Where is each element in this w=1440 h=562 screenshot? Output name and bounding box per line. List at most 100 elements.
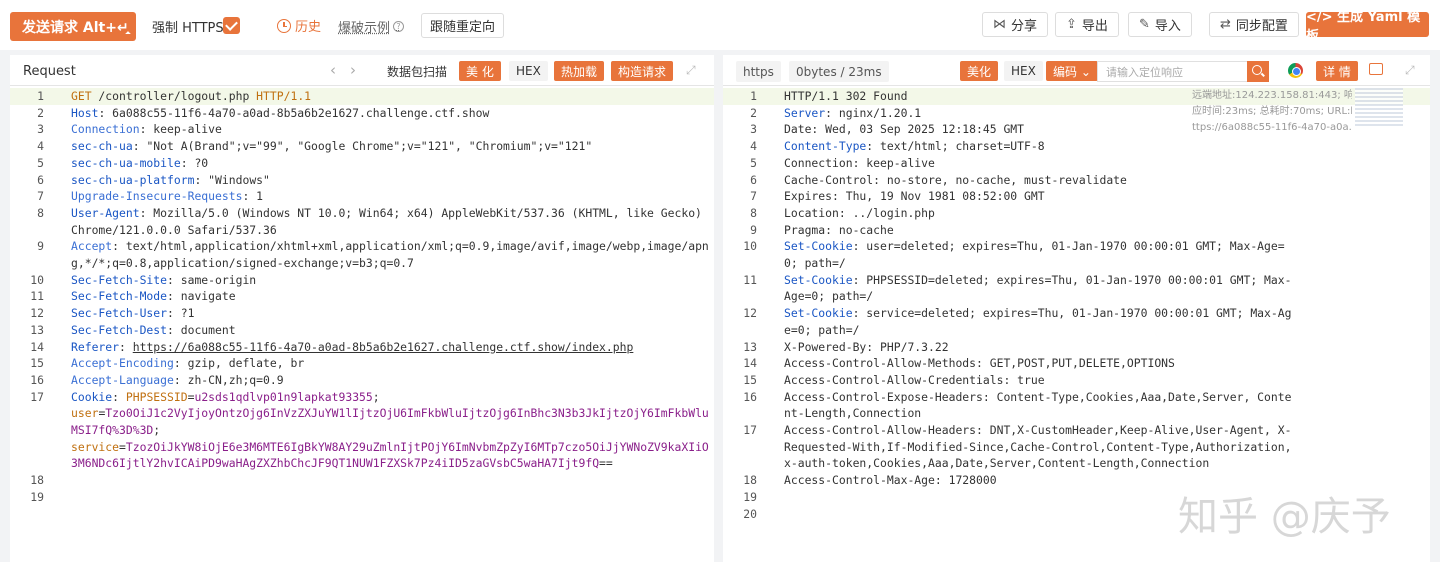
export-label: 导出: [1081, 19, 1108, 34]
line-number: 3: [37, 122, 44, 137]
line-text: Accept-Encoding: gzip, deflate, br: [71, 356, 305, 371]
hot-load-button[interactable]: 热加载: [554, 61, 605, 81]
import-icon: ✎: [1139, 17, 1150, 32]
line-text: Access-Control-Allow-Methods: GET,POST,P…: [784, 356, 1175, 371]
line-text: Expires: Thu, 19 Nov 1981 08:52:00 GMT: [784, 189, 1045, 204]
line-text: Set-Cookie: service=deleted; expires=Thu…: [784, 306, 1292, 337]
code-line: 18: [10, 472, 714, 489]
code-line: 6 Cache-Control: no-store, no-cache, must…: [723, 172, 1430, 189]
request-expand-icon[interactable]: ⤢: [686, 63, 698, 77]
line-number: 20: [743, 506, 757, 521]
response-expand-icon[interactable]: ⤢: [1405, 63, 1417, 77]
side-info-line: 远端地址:124.223.158.81:443; 响: [1192, 90, 1352, 101]
line-number: 9: [750, 222, 757, 237]
response-beautify-button[interactable]: 美化: [960, 61, 999, 81]
code-line: 4 Content-Type: text/html; charset=UTF-8: [723, 138, 1430, 155]
request-beautify-button[interactable]: 美 化: [459, 61, 501, 81]
clock-icon: [277, 18, 291, 33]
side-info-line: 应时间:23ms; 总耗时:70ms; URL:h: [1192, 106, 1352, 117]
import-label: 导入: [1154, 19, 1181, 34]
code-line: 5 sec-ch-ua-mobile: ?0: [10, 155, 714, 172]
line-number: 10: [30, 272, 44, 287]
line-text: Accept-Language: zh-CN,zh;q=0.9: [71, 372, 284, 387]
line-number: 12: [743, 306, 757, 321]
line-text: Set-Cookie: user=deleted; expires=Thu, 0…: [784, 239, 1285, 271]
code-line: 5 Connection: keep-alive: [723, 155, 1430, 172]
details-button[interactable]: 详 情: [1316, 61, 1358, 81]
follow-redirect-button[interactable]: 跟随重定向: [421, 13, 505, 38]
line-text: sec-ch-ua-mobile: ?0: [71, 155, 209, 170]
line-number: 17: [30, 389, 44, 404]
request-editor[interactable]: 1 GET /controller/logout.php HTTP/1.1 2 Hos…: [10, 88, 714, 506]
line-text: [44, 489, 714, 506]
code-line: 14 Referer: https://6a088c55-11f6-4a70-a0…: [10, 339, 714, 356]
line-number: 3: [750, 122, 757, 137]
line-number: 7: [37, 189, 44, 204]
line-text: Content-Type: text/html; charset=UTF-8: [784, 139, 1045, 154]
force-https-checkbox[interactable]: [223, 17, 240, 34]
line-number: 10: [743, 239, 757, 254]
export-button[interactable]: ⇪ 导出: [1055, 12, 1119, 37]
line-number: 12: [30, 306, 44, 321]
code-line: 15 Access-Control-Allow-Credentials: true: [723, 372, 1430, 389]
line-text: Host: 6a088c55-11f6-4a70-a0ad-8b5a6b2e16…: [71, 105, 490, 120]
line-number: 14: [743, 356, 757, 371]
import-button[interactable]: ✎ 导入: [1128, 12, 1192, 37]
line-text: Accept: text/html,application/xhtml+xml,…: [71, 239, 709, 271]
line-number: 11: [30, 289, 44, 304]
request-hex-button[interactable]: HEX: [509, 61, 548, 81]
search-icon[interactable]: [1247, 61, 1269, 82]
line-number: 19: [30, 489, 44, 504]
line-text: Connection: keep-alive: [71, 122, 222, 137]
send-request-button[interactable]: 发送请求 Alt+↵: [10, 12, 136, 41]
request-title: Request: [23, 64, 76, 79]
line-number: 14: [30, 339, 44, 354]
line-text: Cache-Control: no-store, no-cache, must-…: [784, 172, 1127, 187]
code-line: 7 Upgrade-Insecure-Requests: 1: [10, 188, 714, 205]
line-number: 6: [37, 172, 44, 187]
history-button[interactable]: 历史: [277, 16, 321, 35]
help-icon: ?: [393, 21, 405, 32]
share-button[interactable]: ⋈ 分享: [982, 12, 1049, 37]
sync-config-button[interactable]: ⇄ 同步配置: [1209, 12, 1299, 37]
response-hex-button[interactable]: HEX: [1004, 61, 1043, 81]
line-number: 5: [37, 155, 44, 170]
follow-redirect-label: 跟随重定向: [430, 20, 496, 35]
burst-example-link[interactable]: 爆破示例 ?: [338, 17, 405, 36]
history-nav-arrows[interactable]: ‹›: [330, 61, 370, 79]
line-number: 2: [37, 105, 44, 120]
line-number: 11: [743, 272, 757, 287]
share-label: 分享: [1011, 19, 1038, 34]
line-text: Cookie: PHPSESSID=u2sds1qdlvp01n9lapkat9…: [71, 389, 709, 471]
response-editor[interactable]: 1 HTTP/1.1 302 Found 2 Server: nginx/1.20.1…: [723, 88, 1430, 522]
line-number: 6: [750, 172, 757, 187]
construct-request-button[interactable]: 构造请求: [611, 61, 674, 81]
line-text: Upgrade-Insecure-Requests: 1: [71, 189, 264, 204]
line-text: Sec-Fetch-Mode: navigate: [71, 289, 236, 304]
code-line: 1 GET /controller/logout.php HTTP/1.1: [10, 88, 714, 105]
line-number: 16: [743, 389, 757, 404]
burst-example-label: 爆破示例: [338, 21, 391, 36]
generate-yaml-button[interactable]: </> 生成 Yaml 模板: [1306, 10, 1429, 44]
line-text: Sec-Fetch-User: ?1: [71, 306, 195, 321]
code-line: 8 Location: ../login.php: [723, 205, 1430, 222]
code-minimap[interactable]: [1355, 88, 1403, 128]
line-number: 9: [37, 239, 44, 254]
line-number: 18: [30, 473, 44, 488]
code-line: 8 User-Agent: Mozilla/5.0 (Windows NT 10.…: [10, 205, 714, 238]
code-line: 7 Expires: Thu, 19 Nov 1981 08:52:00 GMT: [723, 188, 1430, 205]
response-panel-header: https 0bytes / 23ms 美化 HEX 编码 ⌄ 请输入定位响应 …: [723, 55, 1430, 86]
line-number: 17: [743, 423, 757, 438]
message-icon[interactable]: [1369, 63, 1383, 75]
encoding-dropdown[interactable]: 编码 ⌄: [1046, 61, 1098, 81]
line-text: [44, 472, 714, 489]
line-number: 13: [30, 322, 44, 337]
watermark: 知乎 @庆予: [1178, 494, 1391, 540]
code-line: 11 Sec-Fetch-Mode: navigate: [10, 288, 714, 305]
packet-scan-button[interactable]: 数据包扫描: [380, 61, 454, 81]
top-toolbar: 发送请求 Alt+↵ 强制 HTTPS 历史 爆破示例 ? 跟随重定向 ⋈ 分享…: [0, 0, 1440, 50]
line-text: X-Powered-By: PHP/7.3.22: [784, 339, 949, 354]
response-search-input[interactable]: 请输入定位响应: [1097, 61, 1267, 82]
line-text: Connection: keep-alive: [784, 155, 935, 170]
chrome-icon[interactable]: [1288, 63, 1303, 78]
